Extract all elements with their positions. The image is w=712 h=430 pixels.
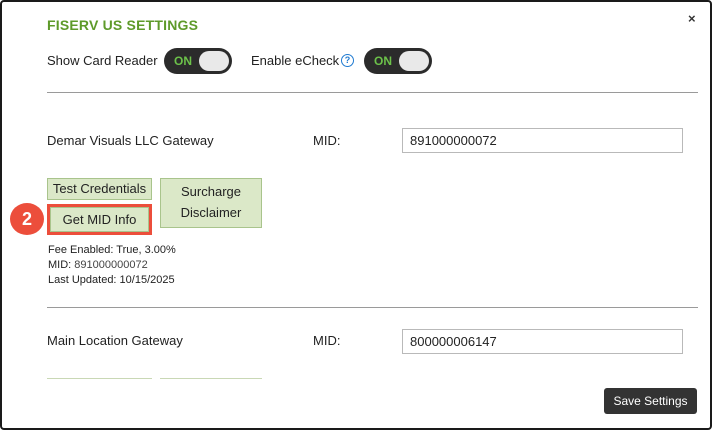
step-badge: 2 (10, 203, 44, 235)
show-card-reader-toggle[interactable]: ON (164, 48, 232, 74)
toggle-knob (199, 51, 229, 71)
save-settings-button[interactable]: Save Settings (604, 388, 697, 414)
last-updated-text: Last Updated: 10/15/2025 (48, 274, 175, 286)
section-divider (47, 92, 698, 93)
enable-echeck-toggle[interactable]: ON (364, 48, 432, 74)
mid-info-prefix: MID: (48, 259, 75, 271)
help-icon[interactable]: ? (341, 54, 354, 67)
gateway-name: Main Location Gateway (47, 333, 183, 348)
partial-button-edge (160, 378, 262, 379)
gateway-name: Demar Visuals LLC Gateway (47, 133, 214, 148)
surcharge-label-line1: Surcharge (181, 184, 241, 199)
toggle-on-text: ON (374, 54, 392, 68)
surcharge-label-line2: Disclaimer (180, 205, 242, 220)
close-icon[interactable]: × (688, 11, 696, 26)
settings-dialog: FISERV US SETTINGS × Show Card Reader ON… (0, 0, 712, 430)
test-credentials-button[interactable]: Test Credentials (47, 178, 152, 200)
fee-status-text: Fee Enabled: True, 3.00% (48, 244, 176, 256)
mid-input[interactable] (402, 329, 683, 354)
show-card-reader-label: Show Card Reader (47, 53, 158, 68)
toggle-on-text: ON (174, 54, 192, 68)
highlight-box (47, 204, 152, 235)
mid-input[interactable] (402, 128, 683, 153)
partial-button-edge (47, 378, 152, 379)
mid-info-line: MID: 891000000072 (48, 259, 148, 271)
mid-label: MID: (313, 333, 341, 348)
dialog-title: FISERV US SETTINGS (47, 17, 199, 33)
mid-label: MID: (313, 133, 341, 148)
enable-echeck-label: Enable eCheck (251, 53, 340, 68)
mid-info-value: 891000000072 (74, 259, 148, 271)
section-divider (47, 307, 698, 308)
toggle-knob (399, 51, 429, 71)
surcharge-disclaimer-button[interactable]: Surcharge Disclaimer (160, 178, 262, 228)
